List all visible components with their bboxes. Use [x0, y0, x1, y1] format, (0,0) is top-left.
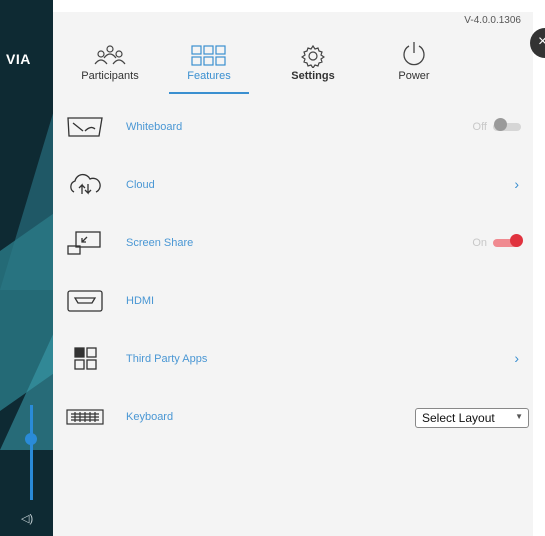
apps-grid-icon: [65, 344, 105, 374]
sidebar-decoration: [0, 330, 53, 450]
toggle-knob: [510, 234, 523, 247]
feature-label: Third Party Apps: [126, 353, 208, 365]
hdmi-icon: [65, 286, 105, 316]
list-item-hdmi[interactable]: HDMI: [53, 272, 533, 330]
features-panel: V-4.0.0.1306 Participants Features Setti…: [53, 12, 533, 536]
tab-settings[interactable]: Settings: [281, 34, 345, 88]
screen-share-icon: [65, 228, 105, 258]
volume-slider-handle[interactable]: [25, 433, 37, 445]
whiteboard-toggle[interactable]: Off: [473, 118, 521, 134]
toggle-state-label: On: [472, 237, 487, 249]
feature-label: Cloud: [126, 179, 155, 191]
feature-label: Screen Share: [126, 237, 194, 249]
feature-label: HDMI: [126, 295, 155, 307]
speaker-icon[interactable]: ◁): [21, 512, 33, 525]
keyboard-icon: [65, 402, 105, 432]
whiteboard-icon: [65, 112, 105, 142]
toggle-knob: [494, 118, 507, 131]
tab-features[interactable]: Features: [169, 34, 249, 94]
select-value: Select Layout: [422, 411, 495, 425]
panel-header: V-4.0.0.1306 Participants Features Setti…: [53, 12, 533, 94]
tab-label: Participants: [81, 70, 139, 82]
toggle-state-label: Off: [472, 121, 487, 133]
keyboard-layout-select[interactable]: Select Layout ▼: [415, 408, 529, 428]
list-item-third-party-apps[interactable]: Third Party Apps ›: [53, 330, 533, 388]
volume-slider-track[interactable]: [30, 405, 33, 500]
participants-icon: [75, 34, 145, 68]
chevron-right-icon[interactable]: ›: [514, 350, 519, 366]
screen-share-toggle[interactable]: On: [472, 234, 523, 250]
power-icon: [389, 34, 439, 68]
tab-label: Settings: [291, 70, 335, 82]
version-label: V-4.0.0.1306: [464, 15, 521, 26]
list-item-cloud[interactable]: Cloud ›: [53, 156, 533, 214]
chevron-right-icon[interactable]: ›: [514, 176, 519, 192]
active-tab-underline: [169, 92, 249, 94]
list-item-whiteboard[interactable]: Whiteboard Off: [53, 98, 533, 156]
cloud-icon: [65, 170, 105, 200]
list-item-screen-share[interactable]: Screen Share On: [53, 214, 533, 272]
feature-label: Whiteboard: [126, 121, 183, 133]
via-logo: VIA: [6, 51, 31, 67]
features-grid-icon: [169, 34, 249, 68]
tab-label: Power: [398, 70, 430, 82]
chevron-down-icon: ▼: [515, 412, 523, 421]
gear-icon: [281, 34, 345, 68]
tab-participants[interactable]: Participants: [75, 34, 145, 88]
list-item-keyboard: Keyboard Select Layout ▼: [53, 388, 533, 446]
left-sidebar: VIA ◁): [0, 0, 53, 536]
tab-label: Features: [187, 70, 231, 82]
tab-power[interactable]: Power: [389, 34, 439, 88]
feature-label: Keyboard: [126, 411, 174, 423]
